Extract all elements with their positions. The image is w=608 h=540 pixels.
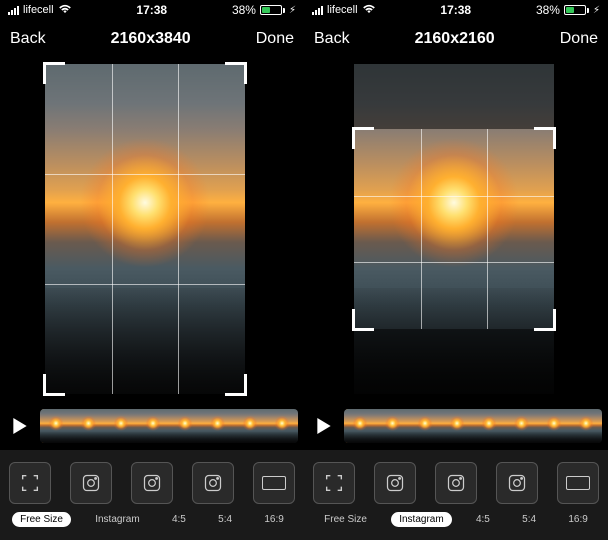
aspect-4-5[interactable] [131, 462, 173, 504]
crop-handle-tr[interactable] [534, 127, 556, 149]
aspect-label-instagram[interactable]: Instagram [87, 512, 147, 527]
done-button[interactable]: Done [256, 30, 294, 48]
battery-icon [260, 5, 285, 15]
back-button[interactable]: Back [314, 30, 350, 48]
aspect-label-5-4[interactable]: 5:4 [514, 512, 544, 527]
aspect-toolbar: Free Size Instagram 4:5 5:4 16:9 [0, 450, 304, 540]
crop-handle-tl[interactable] [43, 62, 65, 84]
dim-bottom [354, 329, 554, 394]
nav-bar: Back 2160x2160 Done [304, 20, 608, 58]
phone-right: lifecell 17:38 38% ⚡︎ Back 2160x2160 Don… [304, 0, 608, 540]
aspect-free-size[interactable] [313, 462, 355, 504]
aspect-label-5-4[interactable]: 5:4 [210, 512, 240, 527]
timeline [304, 402, 608, 450]
nav-bar: Back 2160x3840 Done [0, 20, 304, 58]
phone-left: lifecell 17:38 38% ⚡︎ Back 2160x3840 Don… [0, 0, 304, 540]
aspect-5-4[interactable] [496, 462, 538, 504]
crop-handle-tr[interactable] [225, 62, 247, 84]
filmstrip[interactable] [40, 409, 298, 443]
status-bar: lifecell 17:38 38% ⚡︎ [0, 0, 304, 20]
play-button[interactable] [310, 412, 338, 440]
clock: 17:38 [136, 3, 167, 17]
status-bar: lifecell 17:38 38% ⚡︎ [304, 0, 608, 20]
done-button[interactable]: Done [560, 30, 598, 48]
screenshot-pair: lifecell 17:38 38% ⚡︎ Back 2160x3840 Don… [0, 0, 608, 540]
crop-handle-br[interactable] [225, 374, 247, 396]
aspect-label-16-9[interactable]: 16:9 [256, 512, 291, 527]
aspect-label-4-5[interactable]: 4:5 [468, 512, 498, 527]
aspect-free-size[interactable] [9, 462, 51, 504]
aspect-16-9[interactable] [253, 462, 295, 504]
battery-percent: 38% [232, 3, 256, 17]
cellular-signal-icon [8, 6, 19, 15]
aspect-5-4[interactable] [192, 462, 234, 504]
crop-canvas[interactable] [0, 58, 304, 402]
charging-icon: ⚡︎ [289, 5, 296, 16]
filmstrip[interactable] [344, 409, 602, 443]
carrier-label: lifecell [327, 4, 358, 16]
aspect-label-instagram[interactable]: Instagram [391, 512, 451, 527]
aspect-label-free-size[interactable]: Free Size [12, 512, 71, 527]
crop-dimensions-title: 2160x3840 [111, 30, 191, 48]
aspect-instagram[interactable] [374, 462, 416, 504]
battery-percent: 38% [536, 3, 560, 17]
aspect-16-9[interactable] [557, 462, 599, 504]
crop-handle-tl[interactable] [352, 127, 374, 149]
aspect-instagram[interactable] [70, 462, 112, 504]
wifi-icon [362, 3, 376, 17]
aspect-label-free-size[interactable]: Free Size [316, 512, 375, 527]
crop-frame[interactable] [45, 64, 245, 394]
crop-canvas[interactable] [304, 58, 608, 402]
crop-handle-bl[interactable] [43, 374, 65, 396]
battery-icon [564, 5, 589, 15]
aspect-label-4-5[interactable]: 4:5 [164, 512, 194, 527]
crop-handle-br[interactable] [534, 309, 556, 331]
charging-icon: ⚡︎ [593, 5, 600, 16]
status-right: 38% ⚡︎ [536, 3, 600, 17]
dim-top [354, 64, 554, 129]
play-button[interactable] [6, 412, 34, 440]
crop-frame[interactable] [354, 129, 554, 329]
status-left: lifecell [8, 3, 72, 17]
wifi-icon [58, 3, 72, 17]
aspect-label-16-9[interactable]: 16:9 [560, 512, 595, 527]
back-button[interactable]: Back [10, 30, 46, 48]
cellular-signal-icon [312, 6, 323, 15]
carrier-label: lifecell [23, 4, 54, 16]
aspect-toolbar: Free Size Instagram 4:5 5:4 16:9 [304, 450, 608, 540]
crop-handle-bl[interactable] [352, 309, 374, 331]
status-left: lifecell [312, 3, 376, 17]
aspect-4-5[interactable] [435, 462, 477, 504]
timeline [0, 402, 304, 450]
status-right: 38% ⚡︎ [232, 3, 296, 17]
clock: 17:38 [440, 3, 471, 17]
crop-dimensions-title: 2160x2160 [415, 30, 495, 48]
